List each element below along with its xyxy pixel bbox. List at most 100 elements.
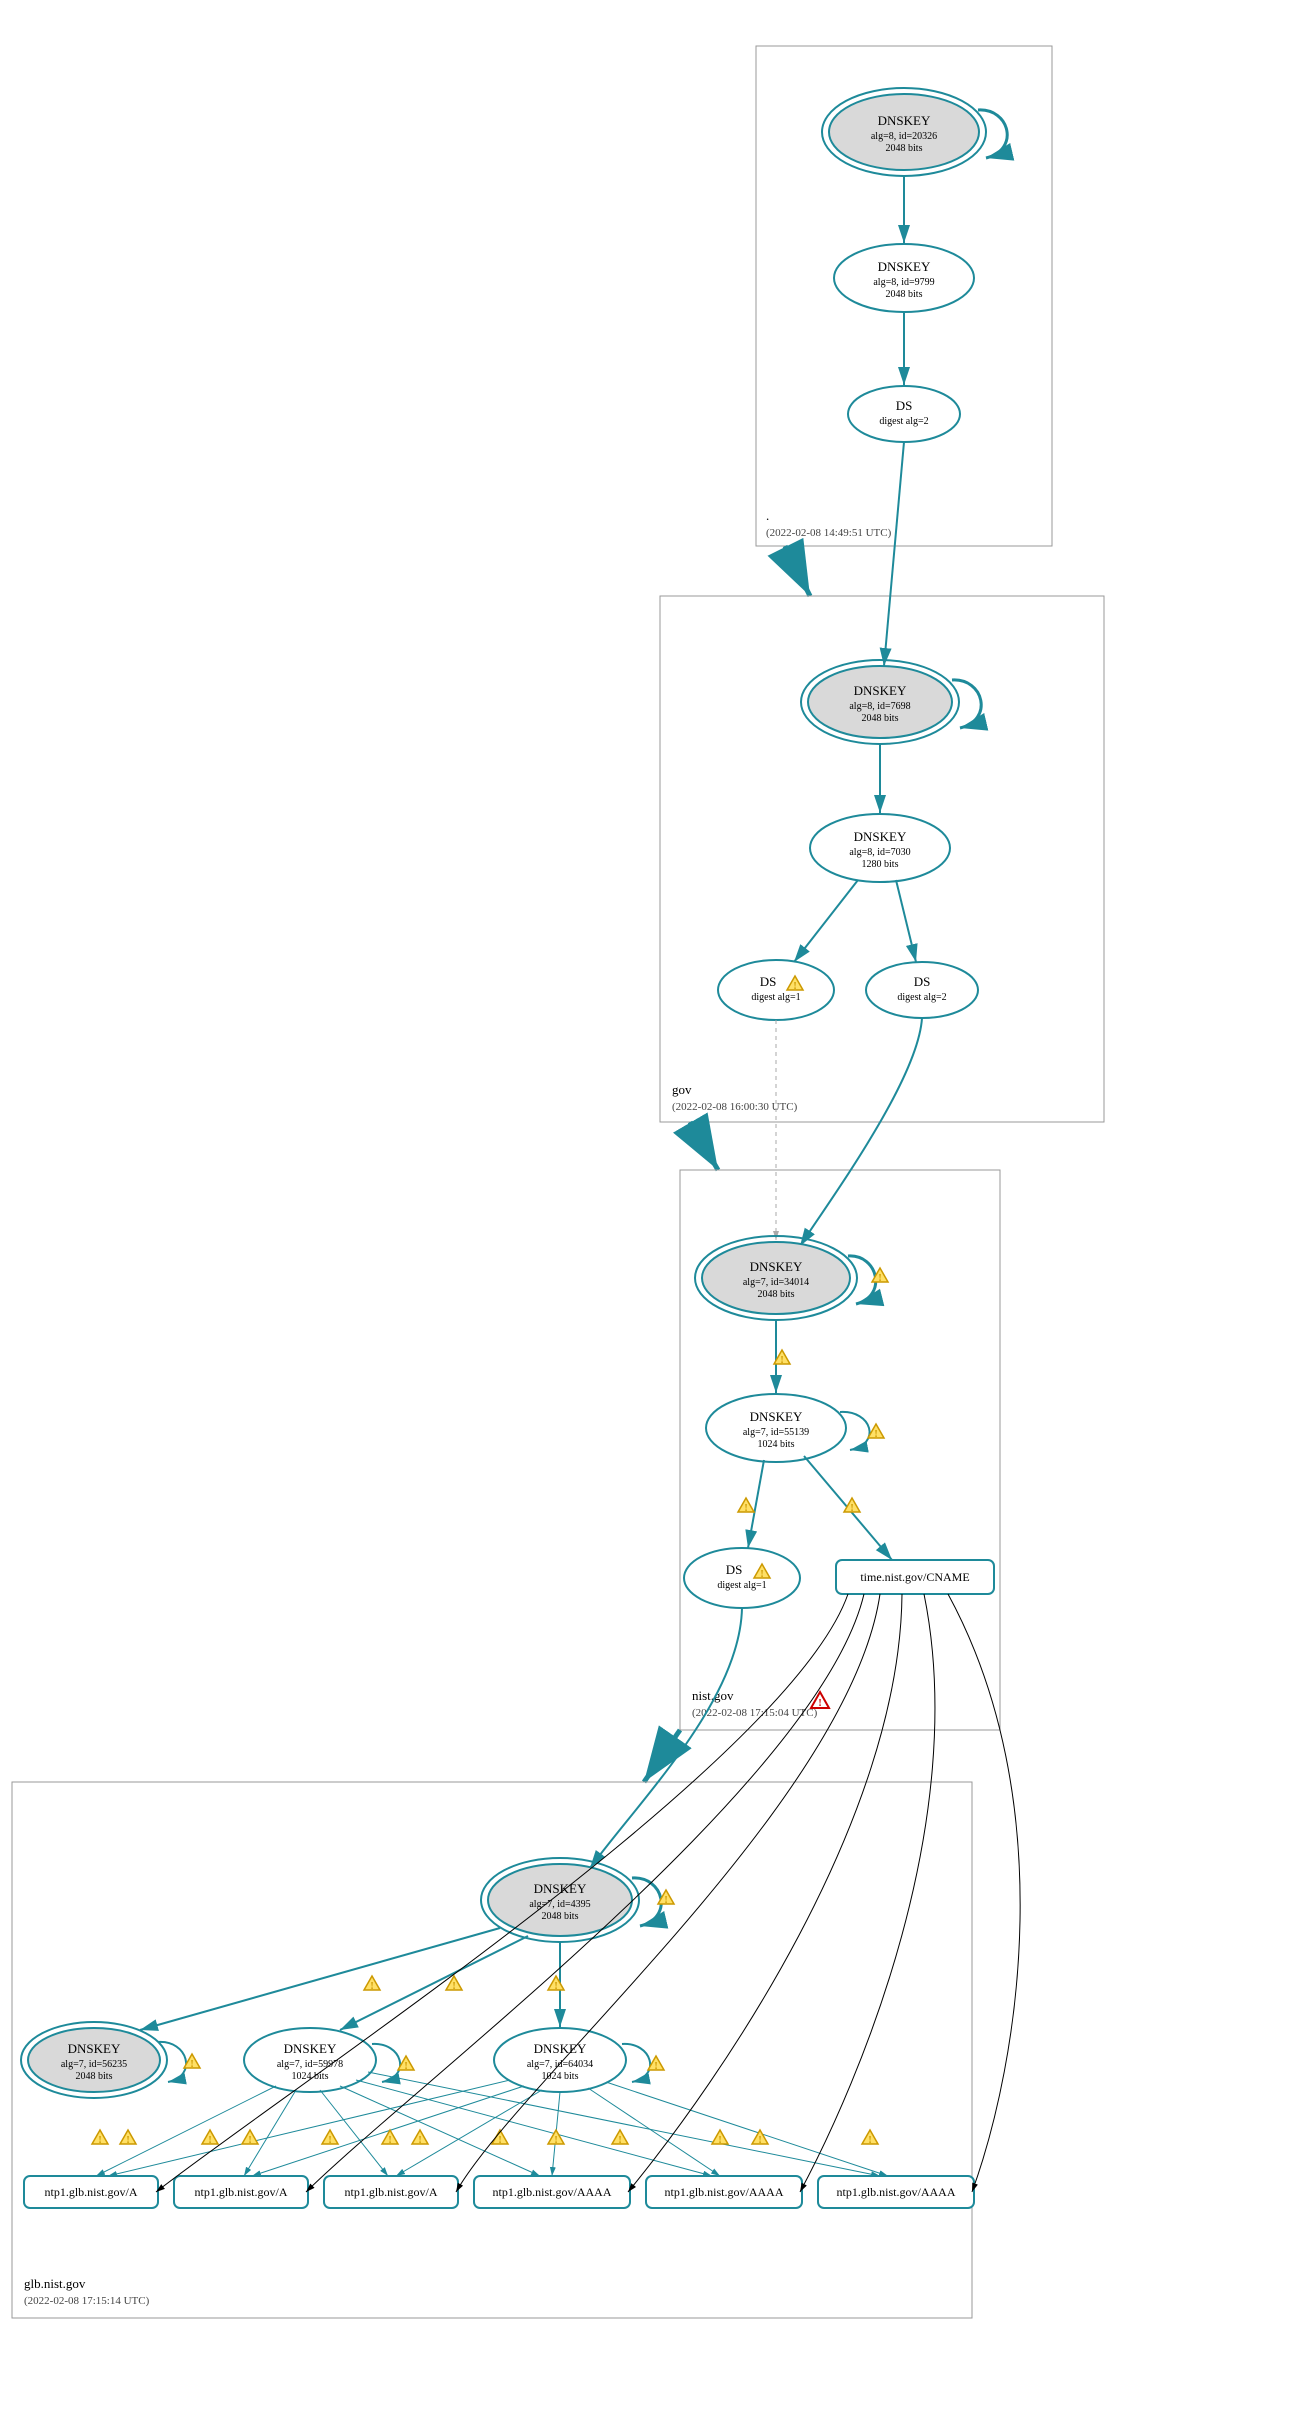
node-root-ds[interactable]: DS digest alg=2 [848,386,960,442]
svg-text:!: ! [618,2135,621,2146]
node-glb-z1[interactable]: DNSKEY alg=7, id=59978 1024 bits [244,2028,376,2092]
svg-text:!: ! [718,2135,721,2146]
svg-text:DNSKEY: DNSKEY [284,2041,337,2056]
svg-text:alg=7, id=59978: alg=7, id=59978 [277,2059,343,2070]
svg-text:ntp1.glb.nist.gov/A: ntp1.glb.nist.gov/A [344,2185,437,2199]
svg-text:!: ! [388,2135,391,2146]
svg-text:alg=8, id=7698: alg=8, id=7698 [849,701,910,712]
svg-text:!: ! [452,1981,455,1992]
svg-text:1024 bits: 1024 bits [292,2071,329,2082]
zone-gov-name: gov [672,1082,692,1097]
svg-text:!: ! [554,2135,557,2146]
zone-glb-ts: (2022-02-08 17:15:14 UTC) [24,2295,150,2307]
svg-text:!: ! [554,1981,557,1992]
warning-icon: ! [202,2130,218,2146]
svg-text:ntp1.glb.nist.gov/AAAA: ntp1.glb.nist.gov/AAAA [664,2185,783,2199]
rr-a3[interactable]: ntp1.glb.nist.gov/A [324,2176,458,2208]
node-gov-ksk[interactable]: DNSKEY alg=8, id=7698 2048 bits [801,660,959,744]
svg-text:alg=7, id=56235: alg=7, id=56235 [61,2059,127,2070]
rr-a1[interactable]: ntp1.glb.nist.gov/A [24,2176,158,2208]
node-root-zsk[interactable]: DNSKEY alg=8, id=9799 2048 bits [834,244,974,312]
svg-text:2048 bits: 2048 bits [886,143,923,154]
node-glb-ksk[interactable]: DNSKEY alg=7, id=4395 2048 bits [481,1858,639,1942]
warning-icon: ! [548,1976,564,1992]
svg-text:!: ! [744,1503,747,1514]
svg-text:!: ! [498,2135,501,2146]
warning-icon: ! [322,2130,338,2146]
svg-text:!: ! [328,2135,331,2146]
node-root-ksk[interactable]: DNSKEY alg=8, id=20326 2048 bits [822,88,986,176]
node-nist-cname[interactable]: time.nist.gov/CNAME [836,1560,994,1594]
warning-icon: ! [752,2130,768,2146]
svg-text:alg=7, id=55139: alg=7, id=55139 [743,1427,809,1438]
rr-aaaa3[interactable]: ntp1.glb.nist.gov/AAAA [818,2176,974,2208]
zone-root-ts: (2022-02-08 14:49:51 UTC) [766,527,892,539]
svg-text:time.nist.gov/CNAME: time.nist.gov/CNAME [860,1570,969,1584]
svg-text:DNSKEY: DNSKEY [854,829,907,844]
svg-text:ntp1.glb.nist.gov/A: ntp1.glb.nist.gov/A [194,2185,287,2199]
svg-text:alg=7, id=4395: alg=7, id=4395 [529,1899,590,1910]
svg-text:!: ! [780,1355,783,1366]
svg-text:!: ! [208,2135,211,2146]
svg-text:DNSKEY: DNSKEY [854,683,907,698]
node-nist-zsk[interactable]: DNSKEY alg=7, id=55139 1024 bits [706,1394,846,1462]
node-gov-zsk[interactable]: DNSKEY alg=8, id=7030 1280 bits [810,814,950,882]
svg-text:2048 bits: 2048 bits [542,1911,579,1922]
node-gov-ds1[interactable]: DS digest alg=1 ! [718,960,834,1020]
svg-text:!: ! [126,2135,129,2146]
svg-text:2048 bits: 2048 bits [886,289,923,300]
svg-text:!: ! [758,2135,761,2146]
zone-root-name: . [766,508,769,523]
rr-aaaa1[interactable]: ntp1.glb.nist.gov/AAAA [474,2176,630,2208]
node-nist-ksk[interactable]: DNSKEY alg=7, id=34014 2048 bits [695,1236,857,1320]
svg-text:alg=8, id=20326: alg=8, id=20326 [871,131,937,142]
svg-text:alg=8, id=7030: alg=8, id=7030 [849,847,910,858]
svg-text:1280 bits: 1280 bits [862,859,899,870]
svg-text:!: ! [654,2061,657,2072]
svg-text:alg=7, id=64034: alg=7, id=64034 [527,2059,593,2070]
svg-text:DS: DS [914,974,931,989]
svg-text:DNSKEY: DNSKEY [750,1409,803,1424]
node-gov-ds2[interactable]: DS digest alg=2 [866,962,978,1018]
svg-text:ntp1.glb.nist.gov/AAAA: ntp1.glb.nist.gov/AAAA [836,2185,955,2199]
warning-icon: ! [612,2130,628,2146]
svg-text:ntp1.glb.nist.gov/AAAA: ntp1.glb.nist.gov/AAAA [492,2185,611,2199]
svg-text:1024 bits: 1024 bits [758,1439,795,1450]
dnssec-graph: . (2022-02-08 14:49:51 UTC) DNSKEY alg=8… [0,0,1291,2433]
zone-glb-name: glb.nist.gov [24,2276,86,2291]
svg-text:digest alg=1: digest alg=1 [751,992,800,1003]
warning-icon: ! [364,1976,380,1992]
rr-a2[interactable]: ntp1.glb.nist.gov/A [174,2176,308,2208]
svg-text:!: ! [404,2061,407,2072]
svg-text:alg=8, id=9799: alg=8, id=9799 [873,277,934,288]
warning-icon: ! [120,2130,136,2146]
warning-icon: ! [242,2130,258,2146]
zone-nist-ts: (2022-02-08 17:15:04 UTC) [692,1707,818,1719]
svg-text:DNSKEY: DNSKEY [878,113,931,128]
svg-text:!: ! [418,2135,421,2146]
svg-text:!: ! [760,1569,763,1580]
svg-text:2048 bits: 2048 bits [758,1289,795,1300]
svg-text:1024 bits: 1024 bits [542,2071,579,2082]
svg-text:alg=7, id=34014: alg=7, id=34014 [743,1277,809,1288]
svg-text:!: ! [370,1981,373,1992]
svg-text:!: ! [818,1698,821,1709]
svg-text:2048 bits: 2048 bits [862,713,899,724]
svg-text:!: ! [98,2135,101,2146]
zone-gov-ts: (2022-02-08 16:00:30 UTC) [672,1101,798,1113]
warning-icon: ! [412,2130,428,2146]
svg-text:!: ! [868,2135,871,2146]
svg-text:ntp1.glb.nist.gov/A: ntp1.glb.nist.gov/A [44,2185,137,2199]
rr-aaaa2[interactable]: ntp1.glb.nist.gov/AAAA [646,2176,802,2208]
node-glb-sep[interactable]: DNSKEY alg=7, id=56235 2048 bits [21,2022,167,2098]
warning-icon: ! [738,1498,754,1514]
svg-text:!: ! [874,1429,877,1440]
svg-text:DNSKEY: DNSKEY [534,1881,587,1896]
svg-text:!: ! [793,981,796,992]
node-nist-ds[interactable]: DS digest alg=1 ! [684,1548,800,1608]
svg-text:digest alg=2: digest alg=2 [879,416,928,427]
svg-text:DS: DS [760,974,777,989]
svg-text:DS: DS [726,1562,743,1577]
svg-text:!: ! [850,1503,853,1514]
svg-text:DS: DS [896,398,913,413]
